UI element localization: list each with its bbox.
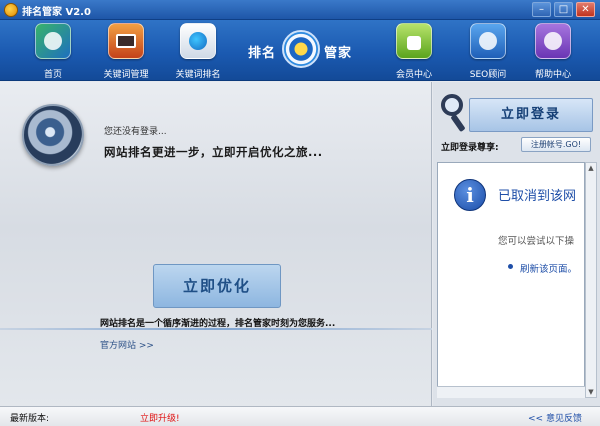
nav-item-seo-advisor[interactable]: SEO顾问 — [455, 23, 521, 80]
keyword-manage-icon — [108, 23, 144, 59]
feedback-link[interactable]: << 意见反馈 — [528, 411, 582, 424]
brand-text-right: 管家 — [324, 46, 353, 61]
brand-logo: 排名 管家 — [248, 28, 358, 76]
login-status-text: 您还没有登录... — [104, 127, 167, 137]
nav-item-home[interactable]: 首页 — [20, 23, 86, 80]
nav-item-help-center[interactable]: 帮助中心 — [520, 23, 586, 80]
help-center-icon — [535, 23, 571, 59]
upgrade-now-link[interactable]: 立即升级! — [140, 411, 180, 424]
scroll-up-arrow-icon[interactable]: ▲ — [586, 163, 596, 173]
refresh-page-link[interactable]: 刷新该页面。 — [520, 261, 577, 275]
nav-item-member-center[interactable]: 会员中心 — [381, 23, 447, 80]
login-panel: 立即登录 立即登录尊享: 注册帐号.GO! i 已取消到该网 您可以尝试以下操 … — [433, 82, 600, 406]
member-center-icon — [396, 23, 432, 59]
keyword-rank-icon — [180, 23, 216, 59]
nav-item-keyword-rank[interactable]: 关键词排名 — [165, 23, 231, 80]
latest-version-label: 最新版本: — [10, 414, 50, 424]
horizontal-scrollbar[interactable] — [437, 386, 585, 398]
status-bar: 最新版本: 立即升级! << 意见反馈 — [0, 406, 600, 426]
optimize-now-button[interactable]: 立即优化 — [153, 264, 281, 308]
nav-item-keyword-manage[interactable]: 关键词管理 — [93, 23, 159, 80]
title-bar: 排名管家 V2.0 – □ ✕ — [0, 0, 600, 20]
home-icon — [35, 23, 71, 59]
window-title: 排名管家 V2.0 — [22, 7, 91, 18]
slogan-text: 网站排名更进一步，立即开启优化之旅... — [104, 145, 323, 159]
nav-label: 关键词管理 — [103, 70, 149, 80]
close-button[interactable]: ✕ — [576, 2, 595, 17]
brand-emblem-icon — [282, 30, 320, 68]
login-now-button[interactable]: 立即登录 — [469, 98, 593, 132]
webview-error-subtitle: 您可以尝试以下操 — [498, 236, 575, 247]
minimize-button[interactable]: – — [532, 2, 551, 17]
app-icon — [4, 3, 18, 17]
magnifier-icon — [435, 92, 471, 134]
register-account-button[interactable]: 注册帐号.GO! — [521, 137, 591, 152]
divider — [0, 328, 432, 330]
webview-error-title: 已取消到该网 — [498, 189, 577, 204]
brand-text-left: 排名 — [248, 46, 277, 61]
login-box: 立即登录 — [433, 92, 595, 134]
nav-label: 关键词排名 — [175, 70, 221, 80]
seo-advisor-icon — [470, 23, 506, 59]
nav-label: 会员中心 — [395, 70, 432, 80]
maximize-button[interactable]: □ — [554, 2, 573, 17]
nav-label: 首页 — [43, 70, 62, 80]
main-panel: 您还没有登录... 网站排名更进一步，立即开启优化之旅... 立即优化 网站排名… — [0, 82, 432, 406]
bullet-icon — [508, 264, 513, 269]
user-avatar-icon — [22, 104, 84, 166]
nav-label: 帮助中心 — [534, 70, 571, 80]
login-benefit-label: 立即登录尊享: — [441, 143, 499, 153]
vertical-scrollbar[interactable]: ▲ ▼ — [585, 162, 597, 398]
nav-header: 首页 关键词管理 关键词排名 排名 管家 会员中心 SEO顾问 帮助中心 — [0, 20, 600, 81]
info-icon: i — [454, 179, 486, 211]
official-site-link[interactable]: 官方网站 >> — [100, 338, 154, 351]
nav-label: SEO顾问 — [469, 70, 507, 80]
embedded-webview: i 已取消到该网 您可以尝试以下操 刷新该页面。 — [437, 162, 585, 398]
scroll-down-arrow-icon[interactable]: ▼ — [586, 387, 596, 397]
